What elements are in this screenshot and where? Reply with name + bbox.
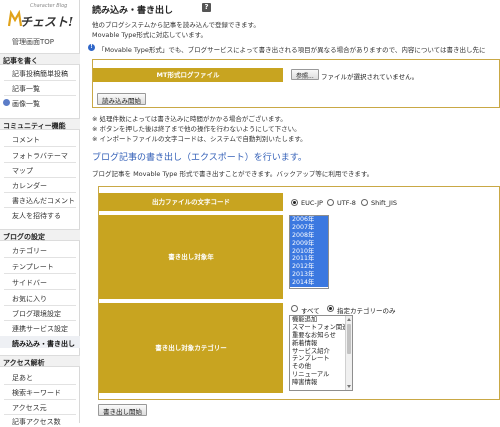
sidebar-item-quick-post[interactable]: 簡単投稿 bbox=[40, 69, 68, 79]
year-option[interactable]: 2006年 bbox=[290, 216, 328, 224]
category-mode-label: すべて bbox=[301, 307, 320, 315]
sidebar-item-linked-services[interactable]: 連携サービス設定 bbox=[12, 324, 68, 334]
sidebar-section-write: 記事を書く bbox=[0, 53, 80, 65]
category-option[interactable]: スマートフォン関連 bbox=[290, 324, 352, 332]
sidebar-item-article-access[interactable]: 記事アクセス数 bbox=[12, 417, 61, 427]
year-option[interactable]: 2013年 bbox=[290, 271, 328, 280]
logo-tagline: Character Blog bbox=[30, 3, 68, 9]
category-option[interactable]: リニューアル bbox=[290, 371, 352, 379]
export-start-button[interactable]: 書き出し開始 bbox=[98, 404, 147, 416]
sidebar-item-photo-theme[interactable]: フォトラバテーマ bbox=[12, 151, 68, 161]
category-scrollbar[interactable] bbox=[345, 316, 352, 390]
sidebar-item-blog-settings[interactable]: ブログ環境設定 bbox=[12, 309, 61, 319]
export-section-title: ブログ記事の書き出し（エクスポート）を行います。 bbox=[92, 153, 307, 163]
import-file-label: MT形式ログファイル bbox=[93, 68, 283, 82]
category-option[interactable]: 新着情報 bbox=[290, 340, 352, 348]
sidebar-section-community: コミュニティー機能 bbox=[0, 118, 80, 130]
sidebar-item-import-export[interactable]: 読み込み・書き出し bbox=[12, 339, 75, 349]
sidebar-section-settings: ブログの設定 bbox=[0, 229, 80, 241]
year-label: 書き出し対象年 bbox=[99, 215, 283, 299]
year-option[interactable]: 2008年 bbox=[290, 231, 328, 240]
sidebar-section-analytics: アクセス解析 bbox=[0, 355, 80, 367]
sidebar-item-category[interactable]: カテゴリー bbox=[12, 246, 47, 256]
image-icon bbox=[3, 99, 10, 106]
main-content: 読み込み・書き出し ? 他のブログシステムから記事を読み込んで登録できます。 M… bbox=[86, 0, 500, 423]
info-icon: ! bbox=[88, 44, 95, 51]
info-notice: 「Movable Type形式」でも、ブログサービスによって書き出される項目が異… bbox=[98, 46, 486, 54]
sidebar: Character Blog チェスト! 管理画面TOP 記事を書く 記事投稿 … bbox=[0, 0, 80, 426]
category-label: 書き出し対象カテゴリー bbox=[99, 303, 283, 393]
sidebar-item-comments[interactable]: コメント bbox=[12, 135, 40, 145]
category-listbox[interactable]: 機能追加 スマートフォン関連 重要なお知らせ 新着情報 サービス紹介 テンプレー… bbox=[289, 315, 353, 391]
category-radio-all[interactable] bbox=[291, 305, 298, 312]
scroll-down-icon[interactable] bbox=[347, 385, 351, 388]
sidebar-item-search-keywords[interactable]: 検索キーワード bbox=[12, 388, 61, 398]
year-listbox[interactable]: 2006年 2007年 2008年 2009年 2010年 2011年 2012… bbox=[289, 215, 329, 289]
category-mode-label: 指定カテゴリーのみ bbox=[337, 307, 396, 315]
sidebar-item-sidebar[interactable]: サイドバー bbox=[12, 278, 47, 288]
sidebar-item-post[interactable]: 記事投稿 bbox=[12, 69, 40, 79]
note-line: ※ ボタンを押した後は終了まで他の操作を行わないようにして下さい。 bbox=[92, 125, 301, 133]
export-description: ブログ記事を Movable Type 形式で書き出すことができます。バックアッ… bbox=[92, 170, 374, 178]
scroll-thumb[interactable] bbox=[347, 324, 351, 354]
logo[interactable]: Character Blog チェスト! bbox=[6, 2, 76, 36]
import-start-button[interactable]: 読み込み開始 bbox=[97, 93, 146, 105]
encoding-label: 出力ファイルの文字コード bbox=[99, 193, 283, 211]
encoding-radio-euc[interactable] bbox=[291, 199, 298, 206]
category-radio-selected[interactable] bbox=[327, 305, 334, 312]
note-line: ※ インポートファイルの文字コードは、システムで自動判別いたします。 bbox=[92, 135, 307, 143]
sidebar-item-referrers[interactable]: アクセス元 bbox=[12, 403, 47, 413]
import-panel: MT形式ログファイル 参照... ファイルが選択されていません。 読み込み開始 bbox=[92, 59, 500, 108]
no-file-text: ファイルが選択されていません。 bbox=[321, 73, 419, 81]
encoding-option-label: UTF-8 bbox=[337, 199, 356, 207]
sidebar-item-favorites[interactable]: お気に入り bbox=[12, 294, 47, 304]
help-icon[interactable]: ? bbox=[202, 3, 211, 12]
year-option[interactable]: 2009年 bbox=[290, 239, 328, 248]
year-option[interactable]: 2014年 bbox=[290, 279, 328, 288]
category-option[interactable]: 重要なお知らせ bbox=[290, 332, 352, 340]
category-option[interactable]: 機能追加 bbox=[290, 316, 352, 324]
scroll-up-icon[interactable] bbox=[347, 318, 351, 321]
sidebar-item-invite[interactable]: 友人を招待する bbox=[12, 211, 61, 221]
export-panel: 出力ファイルの文字コード EUC-JP UTF-8 Shift_JIS 書き出し… bbox=[98, 186, 500, 400]
logo-text: チェスト! bbox=[20, 15, 74, 29]
encoding-option-label: EUC-JP bbox=[301, 199, 323, 207]
note-line: ※ 処理件数によっては書き込みに時間がかかる場合がございます。 bbox=[92, 115, 287, 123]
sidebar-item-written-comments[interactable]: 書き込んだコメント bbox=[12, 196, 75, 206]
sidebar-item-image-list[interactable]: 画像一覧 bbox=[12, 99, 40, 109]
browse-button[interactable]: 参照... bbox=[291, 69, 319, 80]
encoding-radio-utf8[interactable] bbox=[327, 199, 334, 206]
page-description: 他のブログシステムから記事を読み込んで登録できます。 bbox=[92, 21, 260, 29]
year-option[interactable]: 2007年 bbox=[290, 223, 328, 232]
encoding-option-label: Shift_JIS bbox=[371, 199, 397, 207]
page-title: 読み込み・書き出し bbox=[92, 6, 174, 16]
category-option[interactable]: 障害情報 bbox=[290, 379, 352, 387]
encoding-radio-sjis[interactable] bbox=[361, 199, 368, 206]
sidebar-item-template[interactable]: テンプレート bbox=[12, 262, 54, 272]
sidebar-item-map[interactable]: マップ bbox=[12, 166, 33, 176]
page-description-format: Movable Type形式に対応しています。 bbox=[92, 31, 207, 39]
sidebar-item-calendar[interactable]: カレンダー bbox=[12, 181, 47, 191]
sidebar-item-footprints[interactable]: 足あと bbox=[12, 373, 33, 383]
sidebar-admin-top[interactable]: 管理画面TOP bbox=[12, 37, 54, 47]
sidebar-item-article-list[interactable]: 記事一覧 bbox=[12, 84, 40, 94]
